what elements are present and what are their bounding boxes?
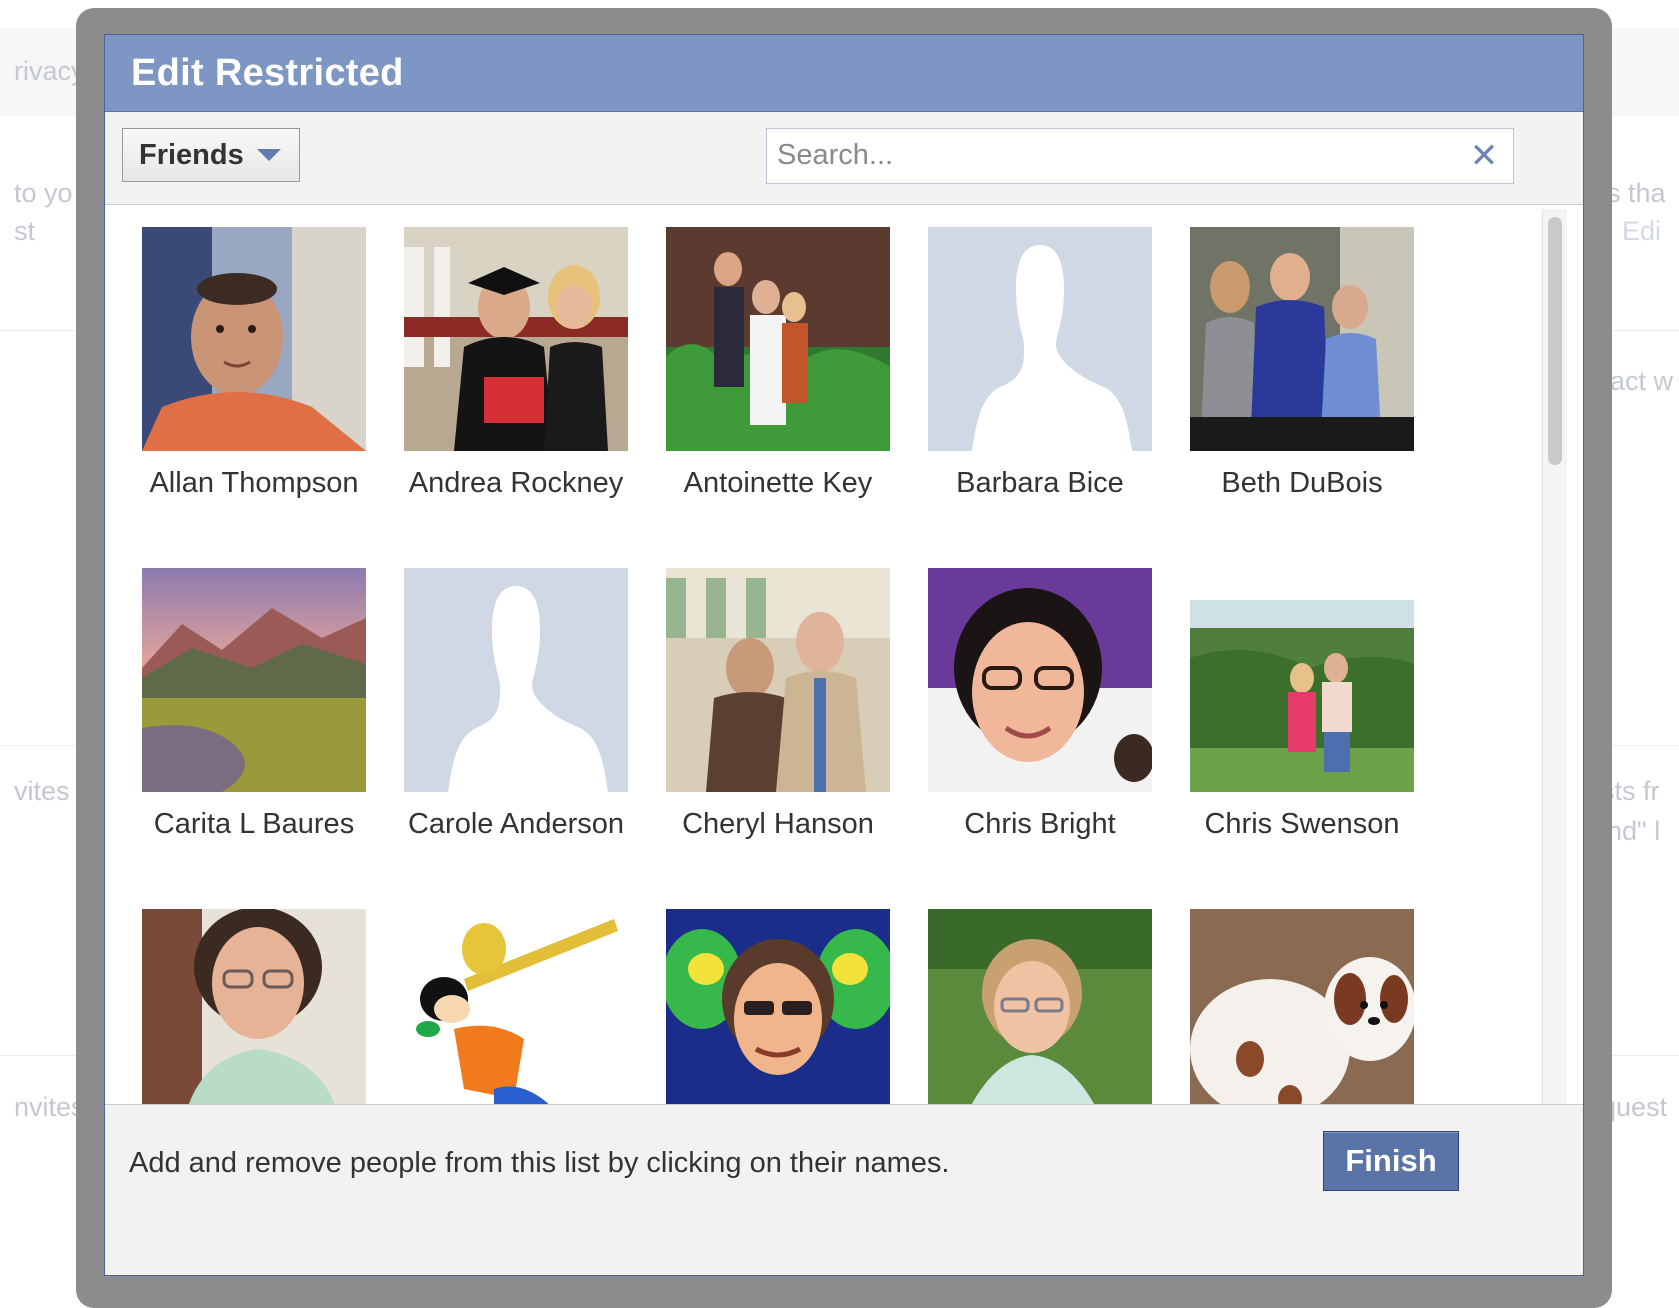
friend-tile[interactable] bbox=[385, 909, 647, 1105]
friend-name[interactable]: Chris Swenson bbox=[1171, 808, 1433, 841]
bg-text-privacy: rivacy bbox=[14, 56, 85, 86]
friend-tile[interactable] bbox=[909, 909, 1171, 1105]
friend-photo[interactable] bbox=[1190, 909, 1414, 1105]
friend-name[interactable]: Antoinette Key bbox=[647, 467, 909, 500]
friend-tile[interactable]: Cheryl Hanson bbox=[647, 568, 909, 840]
friends-filter-dropdown[interactable]: Friends bbox=[122, 128, 300, 182]
scrollbar-thumb[interactable] bbox=[1548, 217, 1562, 465]
default-avatar-silhouette[interactable] bbox=[928, 227, 1152, 451]
dialog-footer: Add and remove people from this list by … bbox=[105, 1104, 1583, 1275]
friend-name[interactable]: Allan Thompson bbox=[123, 467, 385, 500]
filter-selected-label: Friends bbox=[139, 138, 244, 171]
friend-name[interactable]: Andrea Rockney bbox=[385, 467, 647, 500]
dialog-toolbar: Friends ✕ bbox=[105, 112, 1583, 205]
friend-photo[interactable] bbox=[928, 568, 1152, 792]
friend-photo[interactable] bbox=[142, 568, 366, 792]
friend-photo[interactable] bbox=[142, 227, 366, 451]
friend-tile[interactable]: Allan Thompson bbox=[123, 227, 385, 499]
friend-photo[interactable] bbox=[928, 909, 1152, 1105]
friend-photo[interactable] bbox=[404, 909, 628, 1105]
bg-text-left-3: vites bbox=[14, 776, 70, 806]
friend-tile[interactable]: Chris Swenson bbox=[1171, 568, 1433, 840]
friend-tile[interactable] bbox=[123, 909, 385, 1105]
friend-photo[interactable] bbox=[666, 568, 890, 792]
bg-text-left-2: st bbox=[14, 216, 36, 246]
search-box: ✕ bbox=[766, 128, 1514, 184]
friend-tile[interactable] bbox=[1171, 909, 1433, 1105]
friend-tile[interactable]: Beth DuBois bbox=[1171, 227, 1433, 499]
finish-button[interactable]: Finish bbox=[1323, 1131, 1459, 1191]
chevron-down-icon bbox=[257, 149, 281, 161]
friend-tile[interactable] bbox=[647, 909, 909, 1105]
close-icon[interactable]: ✕ bbox=[1467, 139, 1501, 173]
friend-name[interactable]: Carole Anderson bbox=[385, 808, 647, 841]
edit-list-dialog: Edit Restricted Friends ✕ Allan Thompson… bbox=[104, 34, 1584, 1276]
friend-tile[interactable]: Antoinette Key bbox=[647, 227, 909, 499]
friend-name[interactable]: Chris Bright bbox=[909, 808, 1171, 841]
friend-name[interactable]: Cheryl Hanson bbox=[647, 808, 909, 841]
friend-photo[interactable] bbox=[666, 227, 890, 451]
friend-name[interactable]: Beth DuBois bbox=[1171, 467, 1433, 500]
scrollbar[interactable] bbox=[1542, 209, 1567, 1105]
dialog-title: Edit Restricted bbox=[131, 51, 404, 94]
friend-photo[interactable] bbox=[404, 227, 628, 451]
friend-name[interactable]: Barbara Bice bbox=[909, 467, 1171, 500]
friend-tile[interactable]: Barbara Bice bbox=[909, 227, 1171, 499]
friend-photo[interactable] bbox=[142, 909, 366, 1105]
friend-tile[interactable]: Carita L Baures bbox=[123, 568, 385, 840]
footer-hint: Add and remove people from this list by … bbox=[129, 1147, 950, 1179]
friend-name[interactable]: Carita L Baures bbox=[123, 808, 385, 841]
default-avatar-silhouette[interactable] bbox=[404, 568, 628, 792]
bg-text-left-4: nvites bbox=[14, 1092, 85, 1122]
friend-tile[interactable]: Andrea Rockney bbox=[385, 227, 647, 499]
friend-tile[interactable]: Carole Anderson bbox=[385, 568, 647, 840]
friends-grid-area: Allan Thompson Andrea Rockney Antoinette K… bbox=[105, 205, 1583, 1105]
dialog-titlebar: Edit Restricted bbox=[105, 35, 1583, 112]
friend-photo[interactable] bbox=[1190, 568, 1414, 792]
friend-photo[interactable] bbox=[666, 909, 890, 1105]
bg-text-left-1: to yo bbox=[14, 178, 73, 208]
friend-photo[interactable] bbox=[1190, 227, 1414, 451]
search-input[interactable] bbox=[767, 129, 1437, 181]
friend-tile[interactable]: Chris Bright bbox=[909, 568, 1171, 840]
